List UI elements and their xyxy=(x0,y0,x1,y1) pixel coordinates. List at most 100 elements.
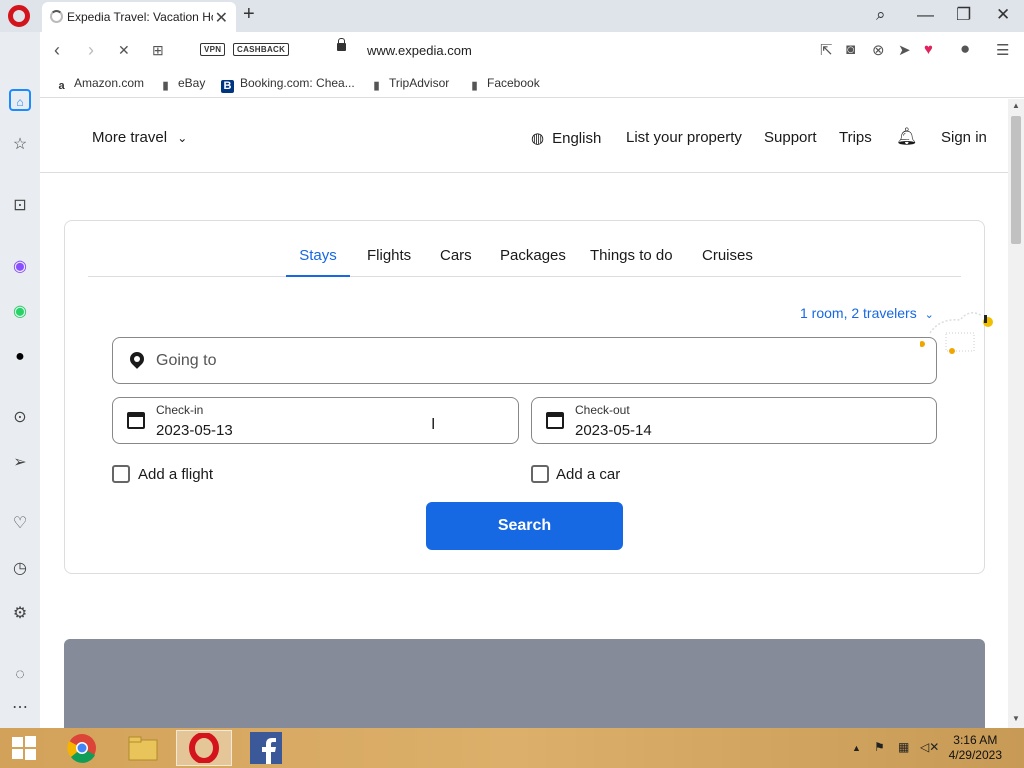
trips-link[interactable]: Trips xyxy=(839,129,872,146)
history-icon[interactable]: ◷ xyxy=(9,558,31,580)
easy-setup-icon[interactable]: ☰ xyxy=(996,41,1009,59)
opera-taskbar-icon[interactable] xyxy=(176,730,232,766)
maximize-button[interactable]: ❐ xyxy=(956,5,971,25)
heart-icon[interactable]: ♡ xyxy=(9,513,31,535)
tiktok-icon[interactable]: ● xyxy=(9,346,31,368)
clock-date: 4/29/2023 xyxy=(948,748,1002,762)
send-icon[interactable]: ➤ xyxy=(898,41,911,59)
more-icon[interactable]: ⋯ xyxy=(9,697,31,719)
tab-packages[interactable]: Packages xyxy=(500,247,566,277)
tabs-grid-icon[interactable]: ⊞ xyxy=(152,42,164,59)
vpn-badge[interactable]: VPN xyxy=(200,43,226,56)
add-flight-checkbox[interactable] xyxy=(112,465,130,483)
search-tabs-icon[interactable]: ⌕ xyxy=(876,5,886,25)
player-icon[interactable]: ⊙ xyxy=(9,407,31,429)
support-link[interactable]: Support xyxy=(764,129,817,146)
language-selector[interactable]: ◍ English xyxy=(531,129,601,147)
tab-stays[interactable]: Stays xyxy=(286,247,350,277)
add-car-label[interactable]: Add a car xyxy=(556,466,620,483)
tab-things-to-do[interactable]: Things to do xyxy=(590,247,673,277)
text-cursor-icon: I xyxy=(431,416,436,433)
tab-cars[interactable]: Cars xyxy=(440,247,472,277)
adblock-icon[interactable]: ⊗ xyxy=(872,41,885,59)
file-explorer-taskbar-icon[interactable] xyxy=(115,730,171,766)
bookmark-page-icon: ▮ xyxy=(471,80,478,92)
facebook-taskbar-icon[interactable] xyxy=(238,730,294,766)
close-tab-icon[interactable]: ✕ xyxy=(215,8,228,28)
bookmark-ebay[interactable]: ▮ eBay xyxy=(159,76,205,93)
bookmark-amazon[interactable]: a Amazon.com xyxy=(55,76,144,93)
chevron-down-icon: ⌄ xyxy=(177,131,188,145)
scroll-up-icon[interactable]: ▲ xyxy=(1012,101,1020,110)
checkout-field[interactable]: Check-out 2023-05-14 xyxy=(531,397,937,444)
search-button[interactable]: Search xyxy=(426,502,623,550)
opera-menu-icon[interactable] xyxy=(8,5,30,27)
camera-icon[interactable]: ◙ xyxy=(846,41,855,58)
search-tabs: Stays Flights Cars Packages Things to do… xyxy=(88,245,961,277)
send-icon[interactable]: ➢ xyxy=(9,452,31,474)
stop-loading-icon[interactable]: ✕ xyxy=(118,42,130,59)
new-tab-button[interactable]: + xyxy=(243,3,255,26)
checkout-value: 2023-05-14 xyxy=(575,422,652,439)
tab-title: Expedia Travel: Vacation Homes, Hotels, … xyxy=(67,10,213,24)
bookmark-facebook[interactable]: ▮ Facebook xyxy=(468,76,539,93)
profile-icon[interactable]: ● xyxy=(960,39,970,59)
network-icon[interactable]: ▦ xyxy=(898,740,909,754)
shopping-bag-icon[interactable]: ⊡ xyxy=(9,195,31,217)
scroll-down-icon[interactable]: ▼ xyxy=(1012,714,1020,723)
share-icon[interactable]: ⇱ xyxy=(820,41,833,59)
address-bar: ‹ › ✕ ⊞ VPN CASHBACK www.expedia.com ⇱ ◙… xyxy=(40,32,1024,68)
minimize-button[interactable]: — xyxy=(917,5,934,25)
tab-cruises[interactable]: Cruises xyxy=(702,247,753,277)
site-header: More travel ⌄ ◍ English List your propert… xyxy=(40,99,1008,173)
windows-logo-icon xyxy=(12,736,36,760)
chrome-icon xyxy=(67,734,96,763)
scrollbar-thumb[interactable] xyxy=(1011,116,1021,244)
star-icon[interactable]: ☆ xyxy=(9,134,31,156)
start-button[interactable] xyxy=(0,730,48,766)
more-travel-menu[interactable]: More travel ⌄ xyxy=(92,129,187,146)
decoration-doodle xyxy=(920,312,993,354)
close-window-button[interactable]: ✕ xyxy=(996,5,1010,25)
cashback-badge[interactable]: CASHBACK xyxy=(233,43,290,56)
chrome-taskbar-icon[interactable] xyxy=(54,730,110,766)
opera-icon xyxy=(189,732,219,764)
globe-icon: ◍ xyxy=(531,130,545,147)
add-flight-label[interactable]: Add a flight xyxy=(138,466,213,483)
back-button[interactable]: ‹ xyxy=(54,40,60,61)
tab-flights[interactable]: Flights xyxy=(367,247,411,277)
bookmark-tripadvisor[interactable]: ▮ TripAdvisor xyxy=(370,76,449,93)
settings-icon[interactable]: ⚙ xyxy=(9,603,31,625)
web-page: More travel ⌄ ◍ English List your propert… xyxy=(40,99,1008,728)
list-property-link[interactable]: List your property xyxy=(626,129,742,146)
heart-icon[interactable]: ♥ xyxy=(924,41,933,58)
checkout-label: Check-out xyxy=(575,403,630,417)
browser-tab[interactable]: Expedia Travel: Vacation Homes, Hotels, … xyxy=(42,2,236,32)
notifications-bell-icon[interactable]: 🔔︎ xyxy=(896,127,918,147)
sign-in-link[interactable]: Sign in xyxy=(941,129,987,146)
opera-sidebar: ⌂ ☆ ⊡ ◉ ◉ ● ⊙ ➢ ♡ ◷ ⚙ ◌ ⋯ xyxy=(0,32,40,728)
add-car-checkbox[interactable] xyxy=(531,465,549,483)
lock-icon[interactable] xyxy=(337,38,346,51)
home-icon[interactable]: ⌂ xyxy=(9,89,31,111)
whatsapp-icon[interactable]: ◉ xyxy=(9,301,31,323)
travelers-selector[interactable]: 1 room, 2 travelers ⌄ xyxy=(800,305,934,321)
url-field[interactable]: www.expedia.com xyxy=(367,43,472,58)
action-center-icon[interactable]: ⚑ xyxy=(874,740,885,754)
going-to-field[interactable]: Going to xyxy=(112,337,937,384)
bookmark-booking[interactable]: B Booking.com: Chea... xyxy=(221,76,355,93)
system-clock[interactable]: 3:16 AM 4/29/2023 xyxy=(949,733,1002,763)
page-scrollbar[interactable]: ▲ ▼ xyxy=(1008,99,1024,728)
hero-banner-image xyxy=(64,639,985,728)
messenger-icon[interactable]: ◉ xyxy=(9,256,31,278)
volume-muted-icon[interactable]: ◁✕ xyxy=(920,740,939,754)
booking-icon: B xyxy=(221,80,234,93)
calendar-icon xyxy=(546,412,564,429)
calendar-icon xyxy=(127,412,145,429)
lightbulb-icon[interactable]: ◌ xyxy=(9,664,31,686)
checkin-field[interactable]: Check-in 2023-05-13 I xyxy=(112,397,519,444)
forward-button[interactable]: › xyxy=(88,40,94,61)
show-hidden-icons[interactable]: ▲ xyxy=(852,743,861,753)
checkin-value: 2023-05-13 xyxy=(156,422,233,439)
amazon-icon: a xyxy=(58,80,65,92)
